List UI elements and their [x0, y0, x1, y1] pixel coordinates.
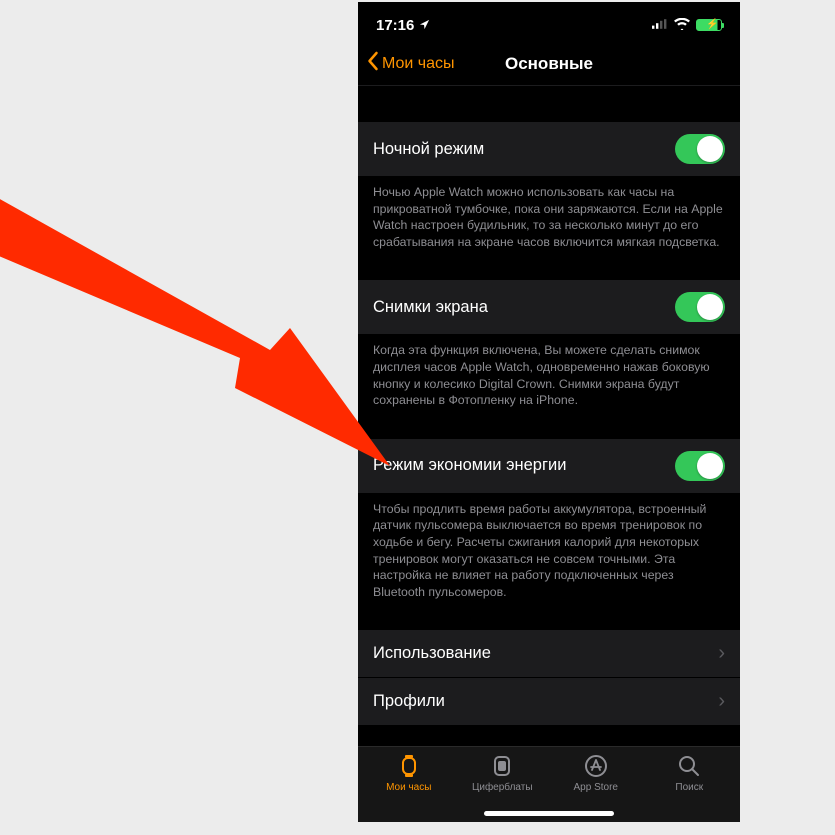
- power-save-row[interactable]: Режим экономии энергии: [358, 439, 740, 494]
- tab-bar: Мои часы Циферблаты App Store Поиск: [358, 746, 740, 822]
- cellular-icon: [652, 17, 668, 34]
- profiles-row[interactable]: Профили ›: [358, 678, 740, 725]
- battery-icon: ⚡: [696, 19, 722, 31]
- profiles-label: Профили: [373, 692, 710, 711]
- faces-icon: [490, 753, 514, 779]
- tab-my-watch[interactable]: Мои часы: [362, 753, 456, 822]
- power-save-toggle[interactable]: [675, 451, 725, 481]
- settings-list[interactable]: Ночной режим Ночью Apple Watch можно исп…: [358, 86, 740, 746]
- wifi-icon: [674, 17, 690, 34]
- power-save-desc: Чтобы продлить время работы аккумулятора…: [358, 494, 740, 601]
- screenshots-desc: Когда эта функция включена, Вы можете сд…: [358, 335, 740, 408]
- nav-bar: Мои часы Основные: [358, 42, 740, 86]
- annotation-arrow: [0, 188, 420, 528]
- chevron-right-icon: ›: [710, 690, 725, 713]
- app-store-icon: [584, 753, 608, 779]
- power-save-label: Режим экономии энергии: [373, 456, 675, 475]
- search-icon: [677, 753, 701, 779]
- location-icon: [419, 17, 430, 34]
- usage-row[interactable]: Использование ›: [358, 630, 740, 678]
- watch-icon: [397, 753, 421, 779]
- usage-label: Использование: [373, 644, 710, 663]
- status-time: 17:16: [376, 17, 414, 34]
- night-mode-toggle[interactable]: [675, 134, 725, 164]
- tab-label: App Store: [574, 782, 618, 793]
- back-button[interactable]: Мои часы: [358, 51, 455, 76]
- home-indicator[interactable]: [484, 811, 614, 816]
- tab-label: Мои часы: [386, 782, 431, 793]
- tab-label: Циферблаты: [472, 782, 533, 793]
- tab-search[interactable]: Поиск: [643, 753, 737, 822]
- night-mode-label: Ночной режим: [373, 140, 675, 159]
- screenshots-toggle[interactable]: [675, 292, 725, 322]
- screenshots-row[interactable]: Снимки экрана: [358, 280, 740, 335]
- tab-label: Поиск: [675, 782, 703, 793]
- night-mode-desc: Ночью Apple Watch можно использовать как…: [358, 177, 740, 250]
- screenshots-label: Снимки экрана: [373, 298, 675, 317]
- phone-screen: 17:16 ⚡ Мои часы Основные Ночн: [358, 2, 740, 822]
- night-mode-row[interactable]: Ночной режим: [358, 122, 740, 177]
- chevron-right-icon: ›: [710, 642, 725, 665]
- status-bar: 17:16 ⚡: [358, 2, 740, 42]
- chevron-left-icon: [366, 51, 379, 76]
- back-label: Мои часы: [382, 55, 455, 73]
- page-title: Основные: [505, 54, 593, 74]
